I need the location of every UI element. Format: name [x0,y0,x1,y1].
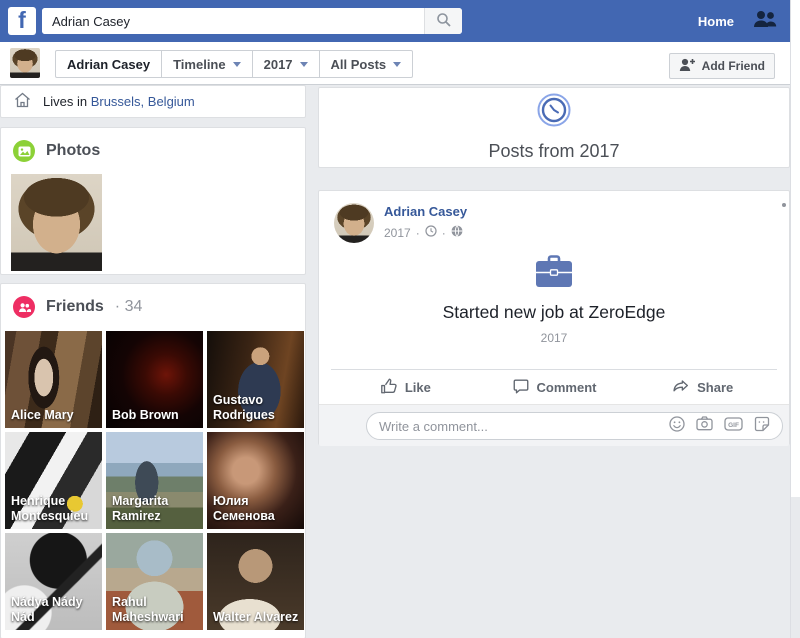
friend-tile[interactable]: Alice Mary [5,331,102,428]
comment-button[interactable]: Comment [480,377,629,398]
post-card: Adrian Casey 2017 · · Started new job at… [318,190,790,446]
post-filter-dropdown[interactable]: All Posts [318,51,413,77]
friend-tile[interactable]: Rahul Maheshwari [106,533,203,630]
camera-icon[interactable] [696,416,713,436]
friend-tile[interactable]: Bob Brown [106,331,203,428]
friend-tile[interactable]: Nádya Nády Nád [5,533,102,630]
photos-header: Photos [1,128,305,170]
profile-toolbar: Adrian Casey Timeline 2017 All Posts Add… [0,42,790,85]
life-event-title: Started new job at ZeroEdge [442,302,666,322]
friend-tile[interactable]: Юлия Семенова [207,432,304,529]
facebook-logo[interactable]: f [8,7,36,35]
toolbar-avatar[interactable] [10,48,40,78]
life-event-year: 2017 [540,331,568,345]
search-button[interactable] [424,8,462,34]
friend-tile[interactable]: Walter Alvarez [207,533,304,630]
share-button[interactable]: Share [628,377,777,398]
photos-card: Photos [0,127,306,275]
scrollbar-thumb[interactable] [791,497,800,638]
gif-icon[interactable]: GIF [724,416,743,436]
post-header-text: Adrian Casey 2017 · · [384,203,467,243]
post-menu-icon[interactable] [782,203,786,207]
home-icon [14,92,31,111]
search-input[interactable] [42,8,424,34]
photos-icon [13,140,35,162]
location-link[interactable]: Brussels, Belgium [91,94,195,109]
friends-icon [13,296,35,318]
post-author-avatar[interactable] [334,203,374,243]
like-button[interactable]: Like [331,377,480,398]
thumbs-up-icon [380,377,398,398]
clock-badge-icon [537,93,571,132]
svg-text:GIF: GIF [728,422,739,429]
posts-from-year-label: Posts from 2017 [488,141,620,161]
friend-tile[interactable]: Margarita Ramirez [106,432,203,529]
chevron-down-icon [393,61,402,67]
chevron-down-icon [232,61,241,67]
photos-title[interactable]: Photos [46,142,100,160]
post-author-link[interactable]: Adrian Casey [384,204,467,219]
comment-footer: GIF [319,404,789,446]
posts-from-year-banner: Posts from 2017 [318,87,790,168]
friends-card: Friends · 34 Alice Mary Bob Brown Gustav… [0,283,306,638]
comment-box: GIF [366,412,783,440]
briefcase-icon [535,255,573,292]
post-body: Started new job at ZeroEdge 2017 [319,243,789,345]
home-link[interactable]: Home [698,14,734,29]
add-friend-button[interactable]: Add Friend [668,53,775,79]
chevron-down-icon [299,61,308,67]
sticker-icon[interactable] [754,416,770,437]
search-bar [42,8,462,34]
friends-title[interactable]: Friends [46,298,104,316]
comment-input[interactable] [367,418,669,434]
friend-requests-icon[interactable] [752,9,778,34]
friend-tile[interactable]: Henrique Montesquieu [5,432,102,529]
top-navbar: f Home [0,0,790,42]
timeline-dropdown[interactable]: Timeline [161,51,252,77]
post-actions: Like Comment Share [331,369,777,404]
lives-in-text: Lives in Brussels, Belgium [43,94,195,109]
clock-icon [425,225,437,240]
photo-thumbnail[interactable] [11,174,102,271]
post-meta: 2017 · · [384,225,467,240]
post-header: Adrian Casey 2017 · · [319,191,789,243]
friends-count: · 34 [114,298,143,315]
add-person-icon [679,58,696,75]
profile-name-segment[interactable]: Adrian Casey [56,51,161,77]
globe-privacy-icon[interactable] [451,225,463,240]
comment-tools: GIF [669,415,782,437]
share-arrow-icon [672,377,690,398]
comment-bubble-icon [512,377,530,398]
search-icon [436,12,452,31]
emoji-icon[interactable] [669,415,685,437]
friend-tile[interactable]: Gustavo Rodrigues [207,331,304,428]
intro-card: Lives in Brussels, Belgium [0,85,306,118]
profile-nav-segments: Adrian Casey Timeline 2017 All Posts [55,50,414,78]
friends-header: Friends · 34 [1,284,305,326]
navbar-right: Home [698,0,778,42]
facebook-profile-page: f Home Adrian Casey Timeline [0,0,800,638]
year-dropdown[interactable]: 2017 [251,51,319,77]
friends-grid: Alice Mary Bob Brown Gustavo Rodrigues H… [5,331,305,630]
